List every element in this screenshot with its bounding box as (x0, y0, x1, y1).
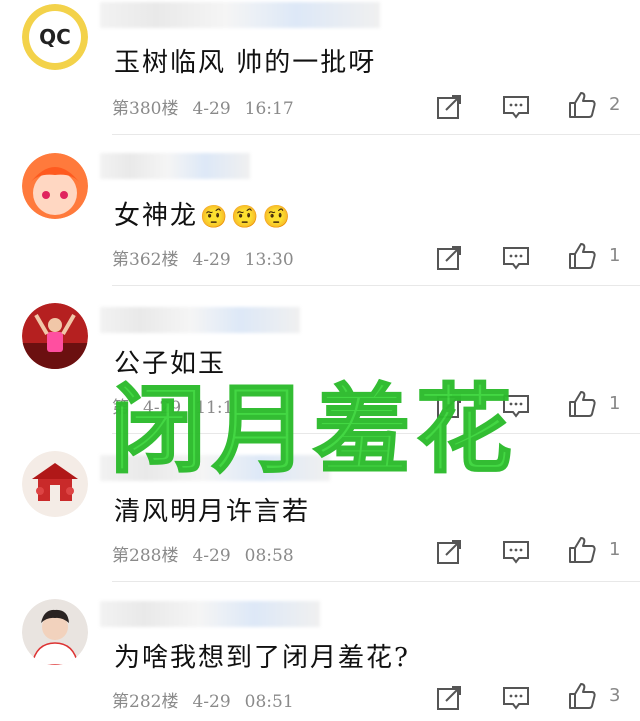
comment-meta: 第282楼 4-29 08:51 (112, 687, 308, 712)
avatar[interactable] (22, 451, 88, 517)
like-icon[interactable] (567, 241, 597, 271)
stage-performer-avatar-icon (22, 303, 88, 369)
avatar[interactable] (22, 153, 88, 219)
thinking-face-emoji: 🤨 (262, 204, 293, 230)
comment-time: 08:51 (244, 692, 294, 712)
avatar[interactable]: QC (22, 4, 88, 70)
comment-text-body: 女神龙 (114, 201, 199, 231)
comment-item: 女神龙🤨🤨🤨 第362楼 4-29 13:30 1 (0, 135, 640, 286)
floor-number: 第288楼 (112, 546, 179, 566)
floor-number: 第282楼 (112, 692, 179, 712)
avatar[interactable] (22, 303, 88, 369)
qc-logo-avatar-icon: QC (22, 4, 88, 70)
comment-meta: 第380楼 4-29 16:17 (112, 94, 308, 119)
like-icon[interactable] (567, 535, 597, 565)
like-count: 1 (609, 245, 621, 266)
like-icon[interactable] (567, 90, 597, 120)
red-palace-avatar-icon (22, 451, 88, 517)
overlay-caption: 闭月羞花 (109, 373, 518, 487)
share-icon[interactable] (434, 537, 464, 567)
avatar[interactable] (22, 599, 88, 665)
share-icon[interactable] (434, 243, 464, 273)
like-count: 2 (609, 94, 621, 115)
comment-date: 4-29 (192, 99, 231, 119)
svg-text:QC: QC (39, 25, 71, 49)
comment-item: QC 玉树临风 帅的一批呀 第380楼 4-29 16:17 2 (0, 0, 640, 135)
reply-icon[interactable] (501, 683, 531, 713)
reply-icon[interactable] (501, 92, 531, 122)
young-man-avatar-icon (22, 599, 88, 665)
like-count: 1 (609, 539, 621, 560)
share-icon[interactable] (434, 92, 464, 122)
like-icon[interactable] (567, 681, 597, 711)
comment-meta: 第288楼 4-29 08:58 (112, 541, 308, 566)
comment-item: 为啥我想到了闭月羞花? 第282楼 4-29 08:51 3 (0, 581, 640, 721)
like-count: 1 (609, 393, 621, 414)
floor-number: 第380楼 (112, 99, 179, 119)
comment-date: 4-29 (192, 692, 231, 712)
username-blurred[interactable] (100, 153, 250, 179)
username-blurred[interactable] (100, 307, 300, 333)
comment-text: 玉树临风 帅的一批呀 (114, 48, 377, 78)
comment-meta: 第362楼 4-29 13:30 (112, 245, 308, 270)
thinking-face-emoji: 🤨 (231, 204, 261, 230)
comment-time: 16:17 (244, 99, 294, 119)
comment-text: 女神龙🤨🤨🤨 (114, 195, 292, 232)
cartoon-girl-avatar-icon (22, 153, 88, 219)
reply-icon[interactable] (501, 243, 531, 273)
comment-time: 13:30 (244, 250, 294, 270)
thinking-face-emoji: 🤨 (200, 204, 230, 230)
floor-number: 第362楼 (112, 250, 179, 270)
share-icon[interactable] (434, 683, 464, 713)
comment-date: 4-29 (192, 546, 231, 566)
comment-time: 08:58 (244, 546, 294, 566)
like-count: 3 (609, 685, 621, 706)
like-icon[interactable] (567, 389, 597, 419)
comment-date: 4-29 (192, 250, 231, 270)
username-blurred[interactable] (100, 2, 380, 28)
comment-text: 清风明月许言若 (114, 497, 311, 527)
reply-icon[interactable] (501, 537, 531, 567)
comment-text: 为啥我想到了闭月羞花? (114, 643, 410, 673)
username-blurred[interactable] (100, 601, 320, 627)
